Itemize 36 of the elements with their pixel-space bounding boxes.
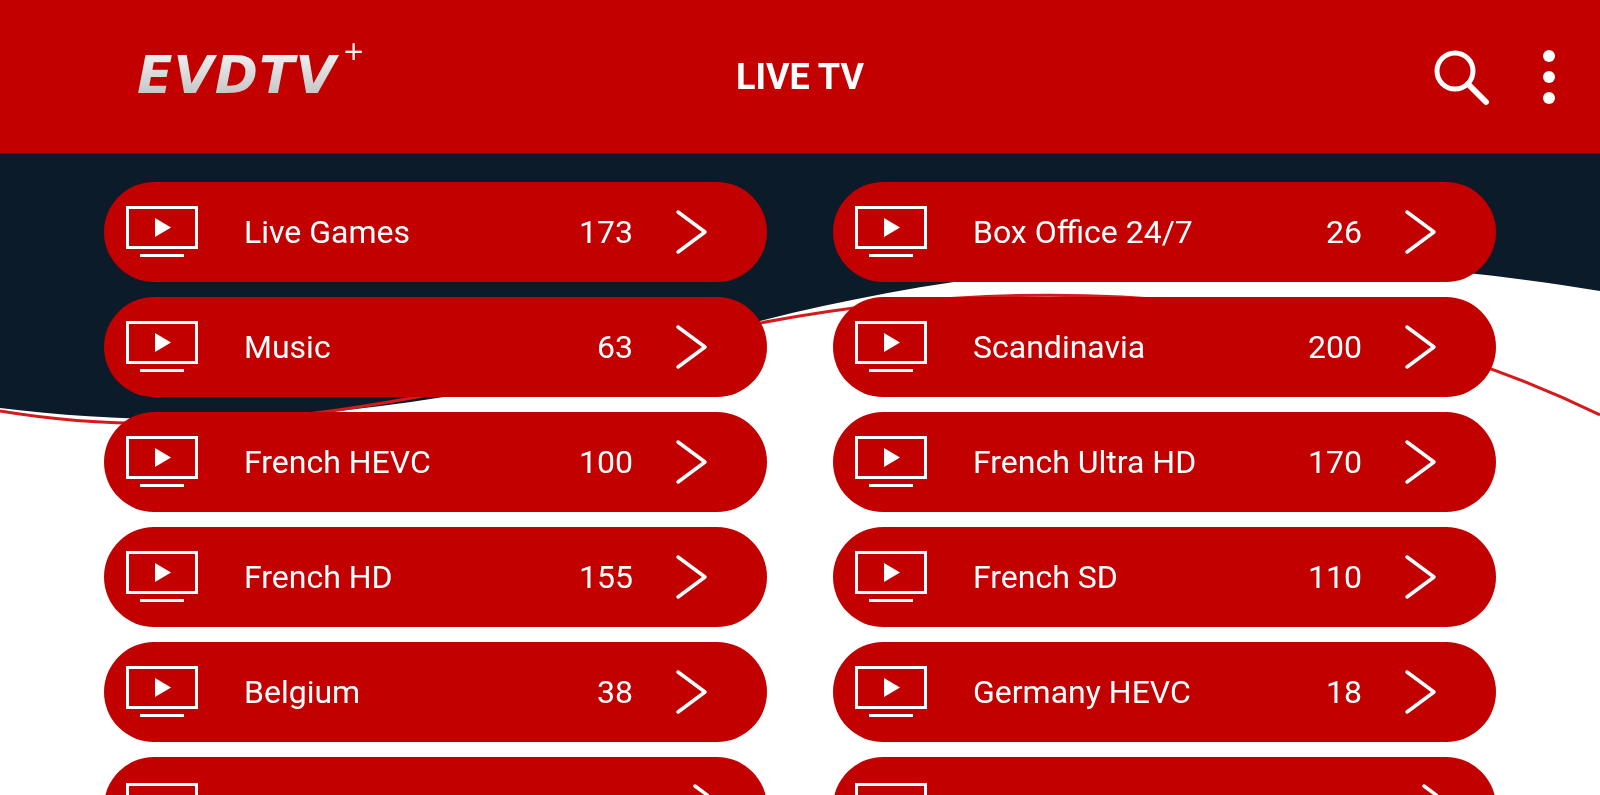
tv-icon — [855, 206, 927, 258]
category-button[interactable]: Germany HEVC 18 — [833, 642, 1496, 742]
tv-icon — [126, 666, 198, 718]
chevron-right-icon — [1404, 209, 1438, 255]
chevron-right-icon — [675, 669, 709, 715]
chevron-right-icon — [675, 554, 709, 600]
category-button[interactable]: Music 63 — [104, 297, 767, 397]
chevron-right-icon — [1404, 554, 1438, 600]
category-button[interactable]: Scandinavia 200 — [833, 297, 1496, 397]
tv-icon — [855, 666, 927, 718]
tv-icon — [855, 783, 927, 795]
screen-title: LIVE TV — [736, 55, 864, 98]
tv-icon — [126, 206, 198, 258]
tv-icon — [855, 436, 927, 488]
chevron-right-icon — [675, 324, 709, 370]
tv-icon — [855, 551, 927, 603]
chevron-right-icon — [675, 209, 709, 255]
category-button[interactable]: Live Games 173 — [104, 182, 767, 282]
tv-icon — [126, 551, 198, 603]
more-options-icon[interactable] — [1542, 48, 1556, 105]
category-button[interactable]: Belgium 38 — [104, 642, 767, 742]
tv-icon — [126, 783, 198, 795]
chevron-right-icon — [692, 783, 709, 795]
category-button[interactable]: French Ultra HD 170 — [833, 412, 1496, 512]
chevron-right-icon — [1404, 324, 1438, 370]
chevron-right-icon — [1404, 439, 1438, 485]
tv-icon — [126, 321, 198, 373]
category-button[interactable]: French HEVC 100 — [104, 412, 767, 512]
tv-icon — [855, 321, 927, 373]
chevron-right-icon — [1421, 783, 1438, 795]
chevron-right-icon — [1404, 669, 1438, 715]
tv-icon — [126, 436, 198, 488]
category-button[interactable]: French SD 110 — [833, 527, 1496, 627]
category-button[interactable]: French HD 155 — [104, 527, 767, 627]
category-button[interactable]: Box Office 24/7 26 — [833, 182, 1496, 282]
chevron-right-icon — [675, 439, 709, 485]
